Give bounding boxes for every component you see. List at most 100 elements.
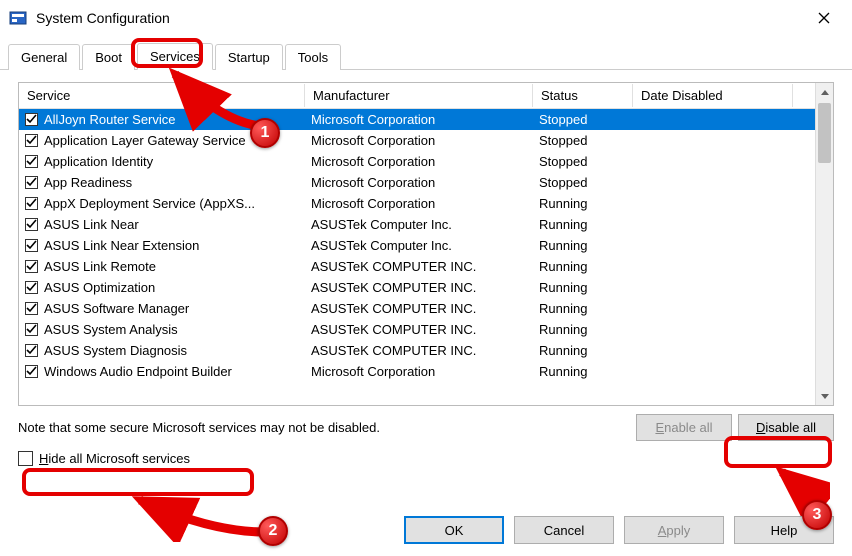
row-checkbox[interactable]	[25, 302, 38, 315]
service-name: Windows Audio Endpoint Builder	[44, 364, 232, 379]
cell-status: Stopped	[533, 174, 633, 191]
service-name: ASUS Link Remote	[44, 259, 156, 274]
cell-service: AllJoyn Router Service	[19, 111, 305, 128]
service-name: AppX Deployment Service (AppXS...	[44, 196, 255, 211]
tab-general[interactable]: General	[8, 44, 80, 70]
cell-date-disabled	[633, 329, 793, 331]
row-checkbox[interactable]	[25, 134, 38, 147]
cell-manufacturer: ASUSTek Computer Inc.	[305, 216, 533, 233]
tab-services[interactable]: Services	[137, 43, 213, 70]
cell-date-disabled	[633, 245, 793, 247]
help-button[interactable]: Help	[734, 516, 834, 544]
cell-status: Running	[533, 321, 633, 338]
table-row[interactable]: ASUS System AnalysisASUSTeK COMPUTER INC…	[19, 319, 833, 340]
row-checkbox[interactable]	[25, 176, 38, 189]
row-checkbox[interactable]	[25, 260, 38, 273]
service-name: ASUS Software Manager	[44, 301, 189, 316]
cell-service: ASUS Software Manager	[19, 300, 305, 317]
app-icon	[8, 8, 28, 28]
row-checkbox[interactable]	[25, 197, 38, 210]
cell-manufacturer: ASUSTeK COMPUTER INC.	[305, 300, 533, 317]
window-title: System Configuration	[36, 10, 804, 26]
cell-date-disabled	[633, 161, 793, 163]
row-checkbox[interactable]	[25, 155, 38, 168]
cell-manufacturer: ASUSTeK COMPUTER INC.	[305, 279, 533, 296]
cell-service: Application Layer Gateway Service	[19, 132, 305, 149]
table-row[interactable]: Application Identity Microsoft Corporatio…	[19, 151, 833, 172]
cell-status: Stopped	[533, 153, 633, 170]
table-row[interactable]: ASUS Link RemoteASUSTeK COMPUTER INC.Run…	[19, 256, 833, 277]
cell-service: AppX Deployment Service (AppXS...	[19, 195, 305, 212]
cell-manufacturer: Microsoft Corporation	[305, 132, 533, 149]
cell-status: Running	[533, 237, 633, 254]
cell-service: ASUS Link Remote	[19, 258, 305, 275]
cell-date-disabled	[633, 203, 793, 205]
table-row[interactable]: App ReadinessMicrosoft CorporationStoppe…	[19, 172, 833, 193]
cell-service: App Readiness	[19, 174, 305, 191]
cell-service: Windows Audio Endpoint Builder	[19, 363, 305, 380]
cell-date-disabled	[633, 308, 793, 310]
cell-status: Running	[533, 195, 633, 212]
table-row[interactable]: ASUS Link Near ExtensionASUSTek Computer…	[19, 235, 833, 256]
cell-date-disabled	[633, 350, 793, 352]
cell-date-disabled	[633, 224, 793, 226]
close-button[interactable]	[804, 3, 844, 33]
dialog-footer: OK Cancel Apply Help	[0, 504, 852, 556]
scroll-down-button[interactable]	[816, 387, 833, 405]
note-text: Note that some secure Microsoft services…	[18, 420, 380, 435]
row-checkbox[interactable]	[25, 344, 38, 357]
services-table: Service Manufacturer Status Date Disable…	[18, 82, 834, 406]
scroll-thumb[interactable]	[818, 103, 831, 163]
table-row[interactable]: ASUS System DiagnosisASUSTeK COMPUTER IN…	[19, 340, 833, 361]
table-row[interactable]: AllJoyn Router ServiceMicrosoft Corporat…	[19, 109, 833, 130]
row-checkbox[interactable]	[25, 113, 38, 126]
cell-manufacturer: Microsoft Corporation	[305, 195, 533, 212]
hide-microsoft-checkbox[interactable]	[18, 451, 33, 466]
cell-status: Stopped	[533, 132, 633, 149]
cell-service: ASUS Link Near	[19, 216, 305, 233]
tab-boot[interactable]: Boot	[82, 44, 135, 70]
table-row[interactable]: Windows Audio Endpoint Builder Microsoft …	[19, 361, 833, 382]
table-row[interactable]: Application Layer Gateway Service Microso…	[19, 130, 833, 151]
row-checkbox[interactable]	[25, 281, 38, 294]
tab-tools[interactable]: Tools	[285, 44, 341, 70]
tab-startup[interactable]: Startup	[215, 44, 283, 70]
table-row[interactable]: AppX Deployment Service (AppXS... Microso…	[19, 193, 833, 214]
cell-manufacturer: ASUSTeK COMPUTER INC.	[305, 342, 533, 359]
col-status[interactable]: Status	[533, 84, 633, 107]
service-name: Application Identity	[44, 154, 153, 169]
disable-all-button[interactable]: Disable all	[738, 414, 834, 441]
table-row[interactable]: ASUS Link NearASUSTek Computer Inc.Runni…	[19, 214, 833, 235]
cell-manufacturer: Microsoft Corporation	[305, 153, 533, 170]
row-checkbox[interactable]	[25, 323, 38, 336]
cancel-button[interactable]: Cancel	[514, 516, 614, 544]
cell-date-disabled	[633, 371, 793, 373]
cell-status: Running	[533, 258, 633, 275]
ok-button[interactable]: OK	[404, 516, 504, 544]
cell-service: ASUS System Analysis	[19, 321, 305, 338]
cell-date-disabled	[633, 266, 793, 268]
col-date-disabled[interactable]: Date Disabled	[633, 84, 793, 107]
enable-disable-buttons: Enable all Disable all	[636, 414, 834, 441]
cell-service: ASUS Optimization	[19, 279, 305, 296]
table-row[interactable]: ASUS Software Manager ASUSTeK COMPUTER IN…	[19, 298, 833, 319]
service-name: Application Layer Gateway Service	[44, 133, 246, 148]
table-row[interactable]: ASUS OptimizationASUSTeK COMPUTER INC.Ru…	[19, 277, 833, 298]
cell-status: Stopped	[533, 111, 633, 128]
service-name: ASUS Link Near	[44, 217, 139, 232]
hide-microsoft-label[interactable]: Hide all Microsoft services	[39, 451, 190, 466]
col-service[interactable]: Service	[19, 84, 305, 107]
enable-all-button[interactable]: Enable all	[636, 414, 732, 441]
row-checkbox[interactable]	[25, 365, 38, 378]
col-manufacturer[interactable]: Manufacturer	[305, 84, 533, 107]
cell-manufacturer: Microsoft Corporation	[305, 174, 533, 191]
cell-date-disabled	[633, 140, 793, 142]
vertical-scrollbar[interactable]	[815, 83, 833, 405]
cell-manufacturer: Microsoft Corporation	[305, 363, 533, 380]
row-checkbox[interactable]	[25, 239, 38, 252]
cell-date-disabled	[633, 287, 793, 289]
scroll-up-button[interactable]	[816, 83, 833, 101]
row-checkbox[interactable]	[25, 218, 38, 231]
cell-service: Application Identity	[19, 153, 305, 170]
apply-button[interactable]: Apply	[624, 516, 724, 544]
